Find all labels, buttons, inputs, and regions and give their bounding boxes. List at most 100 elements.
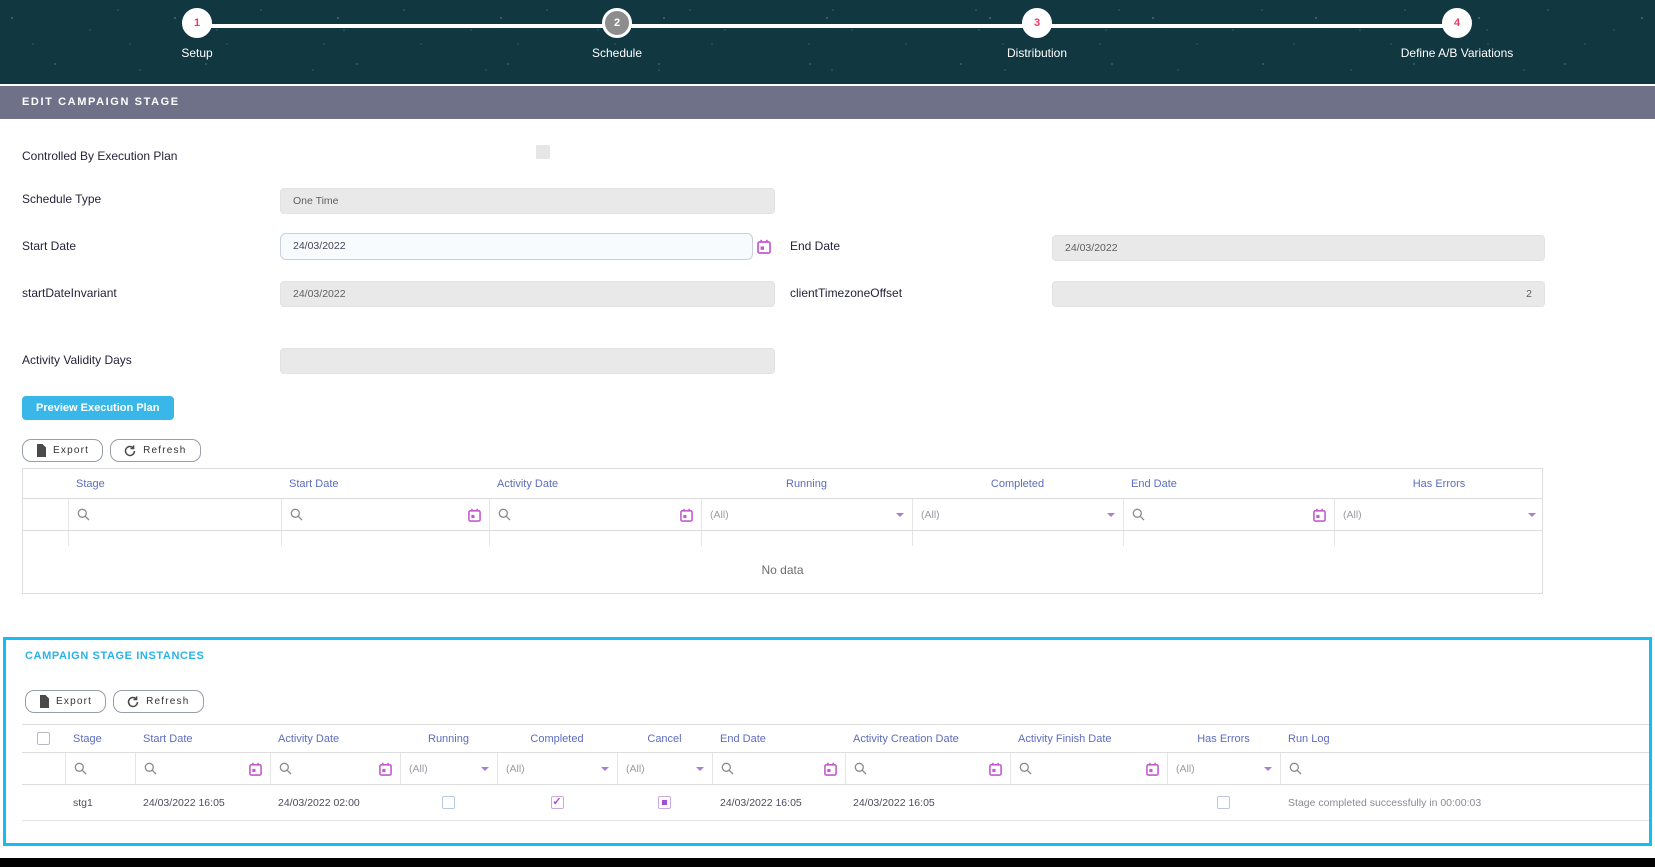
step-circle[interactable]: 2 [602,8,632,38]
empty-filter-cell [23,499,68,530]
filter-start-date[interactable] [135,753,270,784]
column-header-start-date[interactable]: Start Date [281,478,489,490]
calendar-icon[interactable] [249,762,262,776]
cell-has-errors [1167,796,1280,809]
chevron-down-icon [481,767,489,771]
search-icon [1019,762,1032,775]
column-header-has-errors[interactable]: Has Errors [1334,478,1544,490]
export-button[interactable]: Export [22,439,103,462]
filter-cancel-select[interactable]: (All) [617,753,712,784]
column-header-stage[interactable]: Stage [68,478,281,490]
search-icon [1132,508,1145,521]
filter-completed-select[interactable]: (All) [912,499,1123,530]
filter-stage[interactable] [65,753,135,784]
step-setup[interactable]: 1 Setup [117,8,277,60]
client-timezone-offset-input: 2 [1052,281,1545,307]
column-header-completed[interactable]: Completed [912,478,1123,490]
stepper-connector-line [197,24,1457,28]
filter-activity-creation-date[interactable] [845,753,1010,784]
filter-running-select[interactable]: (All) [701,499,912,530]
search-icon [721,762,734,775]
step-circle[interactable]: 3 [1022,8,1052,38]
step-distribution[interactable]: 3 Distribution [957,8,1117,60]
table-row[interactable]: stg1 24/03/2022 16:05 24/03/2022 02:00 ✓… [22,785,1649,821]
step-label: Setup [117,46,277,60]
column-header-completed[interactable]: Completed [497,733,617,745]
column-header-end-date[interactable]: End Date [712,733,845,745]
refresh-button[interactable]: Refresh [113,690,203,713]
filter-running-select[interactable]: (All) [400,753,497,784]
search-icon [498,508,511,521]
calendar-icon[interactable] [989,762,1002,776]
filter-end-date[interactable] [1123,499,1334,530]
start-date-invariant-label: startDateInvariant [22,286,117,300]
step-circle[interactable]: 4 [1442,8,1472,38]
calendar-icon[interactable] [757,239,771,254]
column-header-activity-date[interactable]: Activity Date [270,733,400,745]
end-date-input: 24/03/2022 [1052,235,1545,261]
edit-campaign-stage-page: 1 Setup 2 Schedule 3 Distribution 4 Defi… [0,0,1655,867]
chevron-down-icon [1528,513,1536,517]
search-icon [74,762,87,775]
select-all-cell[interactable] [22,732,65,745]
chevron-down-icon [601,767,609,771]
step-number: 4 [1454,17,1460,29]
calendar-icon[interactable] [379,762,392,776]
filter-completed-select[interactable]: (All) [497,753,617,784]
column-header-cancel[interactable]: Cancel [617,733,712,745]
step-circle[interactable]: 1 [182,8,212,38]
checkbox-indeterminate [658,796,671,809]
column-header-end-date[interactable]: End Date [1123,478,1334,490]
checkbox-checked: ✓ [551,796,564,809]
select-all-checkbox[interactable] [37,732,50,745]
cell-end-date: 24/03/2022 16:05 [712,797,845,809]
step-define-ab-variations[interactable]: 4 Define A/B Variations [1377,8,1537,60]
step-schedule[interactable]: 2 Schedule [537,8,697,60]
calendar-icon[interactable] [1146,762,1159,776]
column-header-run-log[interactable]: Run Log [1280,733,1649,745]
filter-start-date[interactable] [281,499,489,530]
filter-activity-date[interactable] [270,753,400,784]
column-header-activity-creation-date[interactable]: Activity Creation Date [845,733,1010,745]
filter-end-date[interactable] [712,753,845,784]
grid-header-row: Stage Start Date Activity Date Running C… [22,725,1649,753]
cell-run-log: Stage completed successfully in 00:00:03 [1280,797,1649,809]
column-header-activity-finish-date[interactable]: Activity Finish Date [1010,733,1167,745]
controlled-by-execution-plan-checkbox[interactable] [536,145,550,159]
schedule-type-label: Schedule Type [22,192,101,206]
filter-activity-finish-date[interactable] [1010,753,1167,784]
filter-activity-date[interactable] [489,499,701,530]
cell-start-date: 24/03/2022 16:05 [135,797,270,809]
chevron-down-icon [696,767,704,771]
export-label: Export [53,445,89,456]
start-date-input[interactable]: 24/03/2022 [280,233,753,260]
refresh-button[interactable]: Refresh [110,439,200,462]
export-button[interactable]: Export [25,690,106,713]
refresh-icon [124,445,136,457]
column-header-running[interactable]: Running [701,478,912,490]
grid-filter-row: (All) (All) (All) [23,499,1542,531]
step-label: Schedule [537,46,697,60]
campaign-stage-instances-section: CAMPAIGN STAGE INSTANCES Export Refresh … [3,637,1652,846]
calendar-icon[interactable] [1313,508,1326,522]
search-icon [290,508,303,521]
calendar-icon[interactable] [468,508,481,522]
preview-execution-plan-button[interactable]: Preview Execution Plan [22,396,174,420]
column-header-activity-date[interactable]: Activity Date [489,478,701,490]
filter-run-log[interactable] [1280,753,1649,784]
step-number: 3 [1034,17,1040,29]
filter-has-errors-select[interactable]: (All) [1167,753,1280,784]
refresh-label: Refresh [143,445,186,456]
filter-stage[interactable] [68,499,281,530]
calendar-icon[interactable] [680,508,693,522]
filter-has-errors-select[interactable]: (All) [1334,499,1544,530]
column-header-start-date[interactable]: Start Date [135,733,270,745]
schedule-type-input: One Time [280,188,775,214]
column-header-stage[interactable]: Stage [65,733,135,745]
execution-plan-grid: Stage Start Date Activity Date Running C… [22,468,1543,594]
wizard-header: 1 Setup 2 Schedule 3 Distribution 4 Defi… [0,0,1655,84]
checkbox-unchecked [1217,796,1230,809]
calendar-icon[interactable] [824,762,837,776]
column-header-has-errors[interactable]: Has Errors [1167,733,1280,745]
column-header-running[interactable]: Running [400,733,497,745]
